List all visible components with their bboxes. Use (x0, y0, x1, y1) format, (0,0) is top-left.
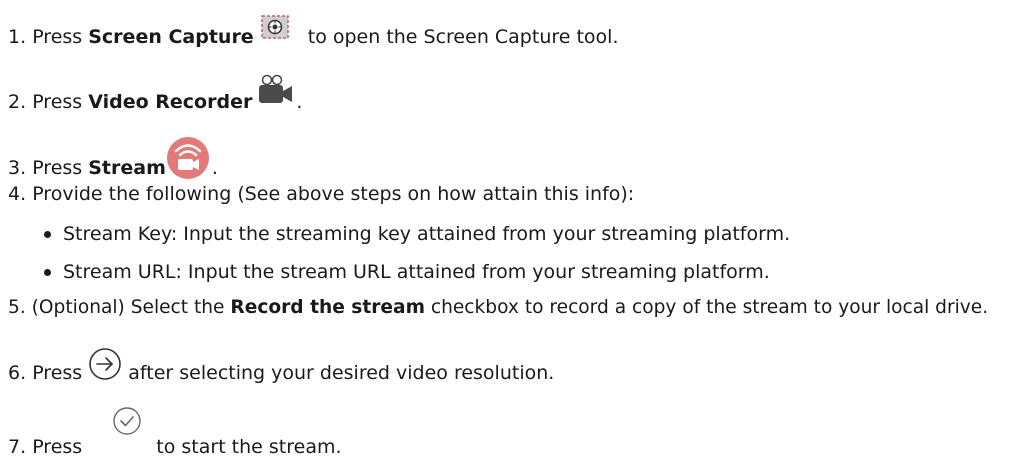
bullet-text: Stream URL: Input the stream URL attaine… (63, 261, 770, 283)
step-text: Provide the following (See above steps o… (32, 183, 635, 205)
stream-icon (166, 136, 212, 180)
next-arrow-icon (88, 347, 122, 381)
video-recorder-icon (252, 74, 296, 110)
step-number: 6. (8, 362, 27, 384)
step-text-post: . (211, 157, 218, 179)
step-7: 7. Press to start the stream. (8, 407, 342, 464)
step-text-pre: Press (32, 26, 89, 48)
bullet-icon (44, 230, 51, 238)
step-text-post: checkbox to record a copy of the stream … (424, 297, 989, 318)
step-text-pre: Press (32, 362, 89, 384)
step-number: 1. (8, 26, 27, 48)
step-text-post: after selecting your desired video resol… (122, 362, 555, 384)
bullet-icon (44, 268, 51, 276)
stream-label: Stream (88, 157, 166, 179)
bullet-text: Stream Key: Input the streaming key atta… (63, 223, 791, 245)
checkmark-icon (110, 404, 144, 438)
step-4: 4. Provide the following (See above step… (8, 182, 634, 206)
list-item: Stream Key: Input the streaming key atta… (44, 222, 790, 246)
step-number: 2. (8, 91, 27, 113)
step-number: 7. (8, 436, 27, 458)
screen-capture-label: Screen Capture (88, 26, 254, 48)
step-number: 5. (8, 297, 26, 318)
list-item: Stream URL: Input the stream URL attaine… (44, 260, 770, 284)
step-2: 2. Press Video Recorder . (8, 74, 303, 120)
step-5: 5. (Optional) Select the Record the stre… (8, 296, 988, 320)
step-6: 6. Press after selecting your desired vi… (8, 348, 555, 390)
step-1: 1. Press Screen Capture to open the Scre… (8, 15, 619, 52)
step-text-pre: Press (32, 436, 89, 458)
step-text-pre: Press (32, 91, 89, 113)
step-text-post: . (296, 91, 303, 113)
step-text-post: to start the stream. (150, 436, 342, 458)
step-text-post: to open the Screen Capture tool. (301, 26, 619, 48)
step-number: 3. (8, 157, 27, 179)
video-recorder-label: Video Recorder (88, 91, 253, 113)
step-number: 4. (8, 183, 27, 205)
record-the-stream-label: Record the stream (230, 297, 425, 318)
screen-capture-icon (254, 14, 302, 44)
step-text-pre: (Optional) Select the (31, 297, 231, 318)
step-text-pre: Press (32, 157, 89, 179)
